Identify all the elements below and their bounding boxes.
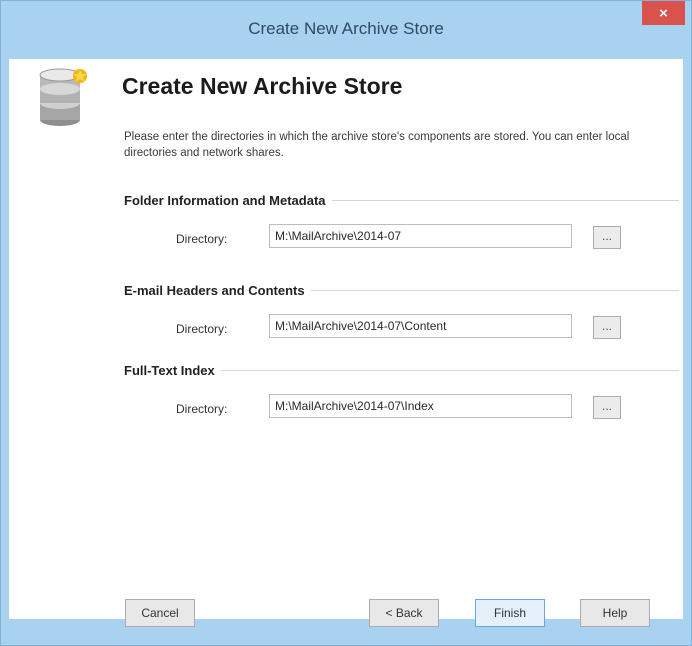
- title-bar[interactable]: Create New Archive Store ×: [1, 1, 691, 60]
- section-full-text-index: Full-Text Index Directory: ...: [124, 361, 679, 423]
- close-icon: ×: [659, 4, 668, 22]
- section-title: Folder Information and Metadata: [124, 192, 326, 208]
- page-heading: Create New Archive Store: [122, 73, 403, 99]
- section-divider: [310, 289, 679, 291]
- dialog-content: Create New Archive Store Please enter th…: [9, 59, 683, 627]
- section-divider: [331, 199, 679, 201]
- section-title: Full-Text Index: [124, 362, 215, 378]
- dialog-window: Create New Archive Store × Create New Ar…: [0, 0, 692, 646]
- database-star-icon: [39, 68, 87, 126]
- folder-directory-input[interactable]: [269, 224, 572, 248]
- window-frame-right: [683, 59, 691, 645]
- directory-label: Directory:: [176, 322, 228, 336]
- content-directory-input[interactable]: [269, 314, 572, 338]
- folder-browse-button[interactable]: ...: [593, 226, 621, 249]
- window-title: Create New Archive Store: [248, 19, 444, 38]
- index-directory-input[interactable]: [269, 394, 572, 418]
- cancel-button[interactable]: Cancel: [125, 599, 195, 627]
- content-browse-button[interactable]: ...: [593, 316, 621, 339]
- back-button[interactable]: < Back: [369, 599, 439, 627]
- close-button[interactable]: ×: [642, 1, 685, 25]
- section-title: E-mail Headers and Contents: [124, 282, 305, 298]
- help-button[interactable]: Help: [580, 599, 650, 627]
- finish-button[interactable]: Finish: [475, 599, 545, 627]
- directory-label: Directory:: [176, 402, 228, 416]
- index-browse-button[interactable]: ...: [593, 396, 621, 419]
- section-email-headers: E-mail Headers and Contents Directory: .…: [124, 281, 679, 343]
- section-folder-info: Folder Information and Metadata Director…: [124, 191, 679, 253]
- directory-label: Directory:: [176, 232, 228, 246]
- window-frame-left: [1, 59, 9, 645]
- section-divider: [220, 369, 679, 371]
- page-description: Please enter the directories in which th…: [124, 131, 630, 159]
